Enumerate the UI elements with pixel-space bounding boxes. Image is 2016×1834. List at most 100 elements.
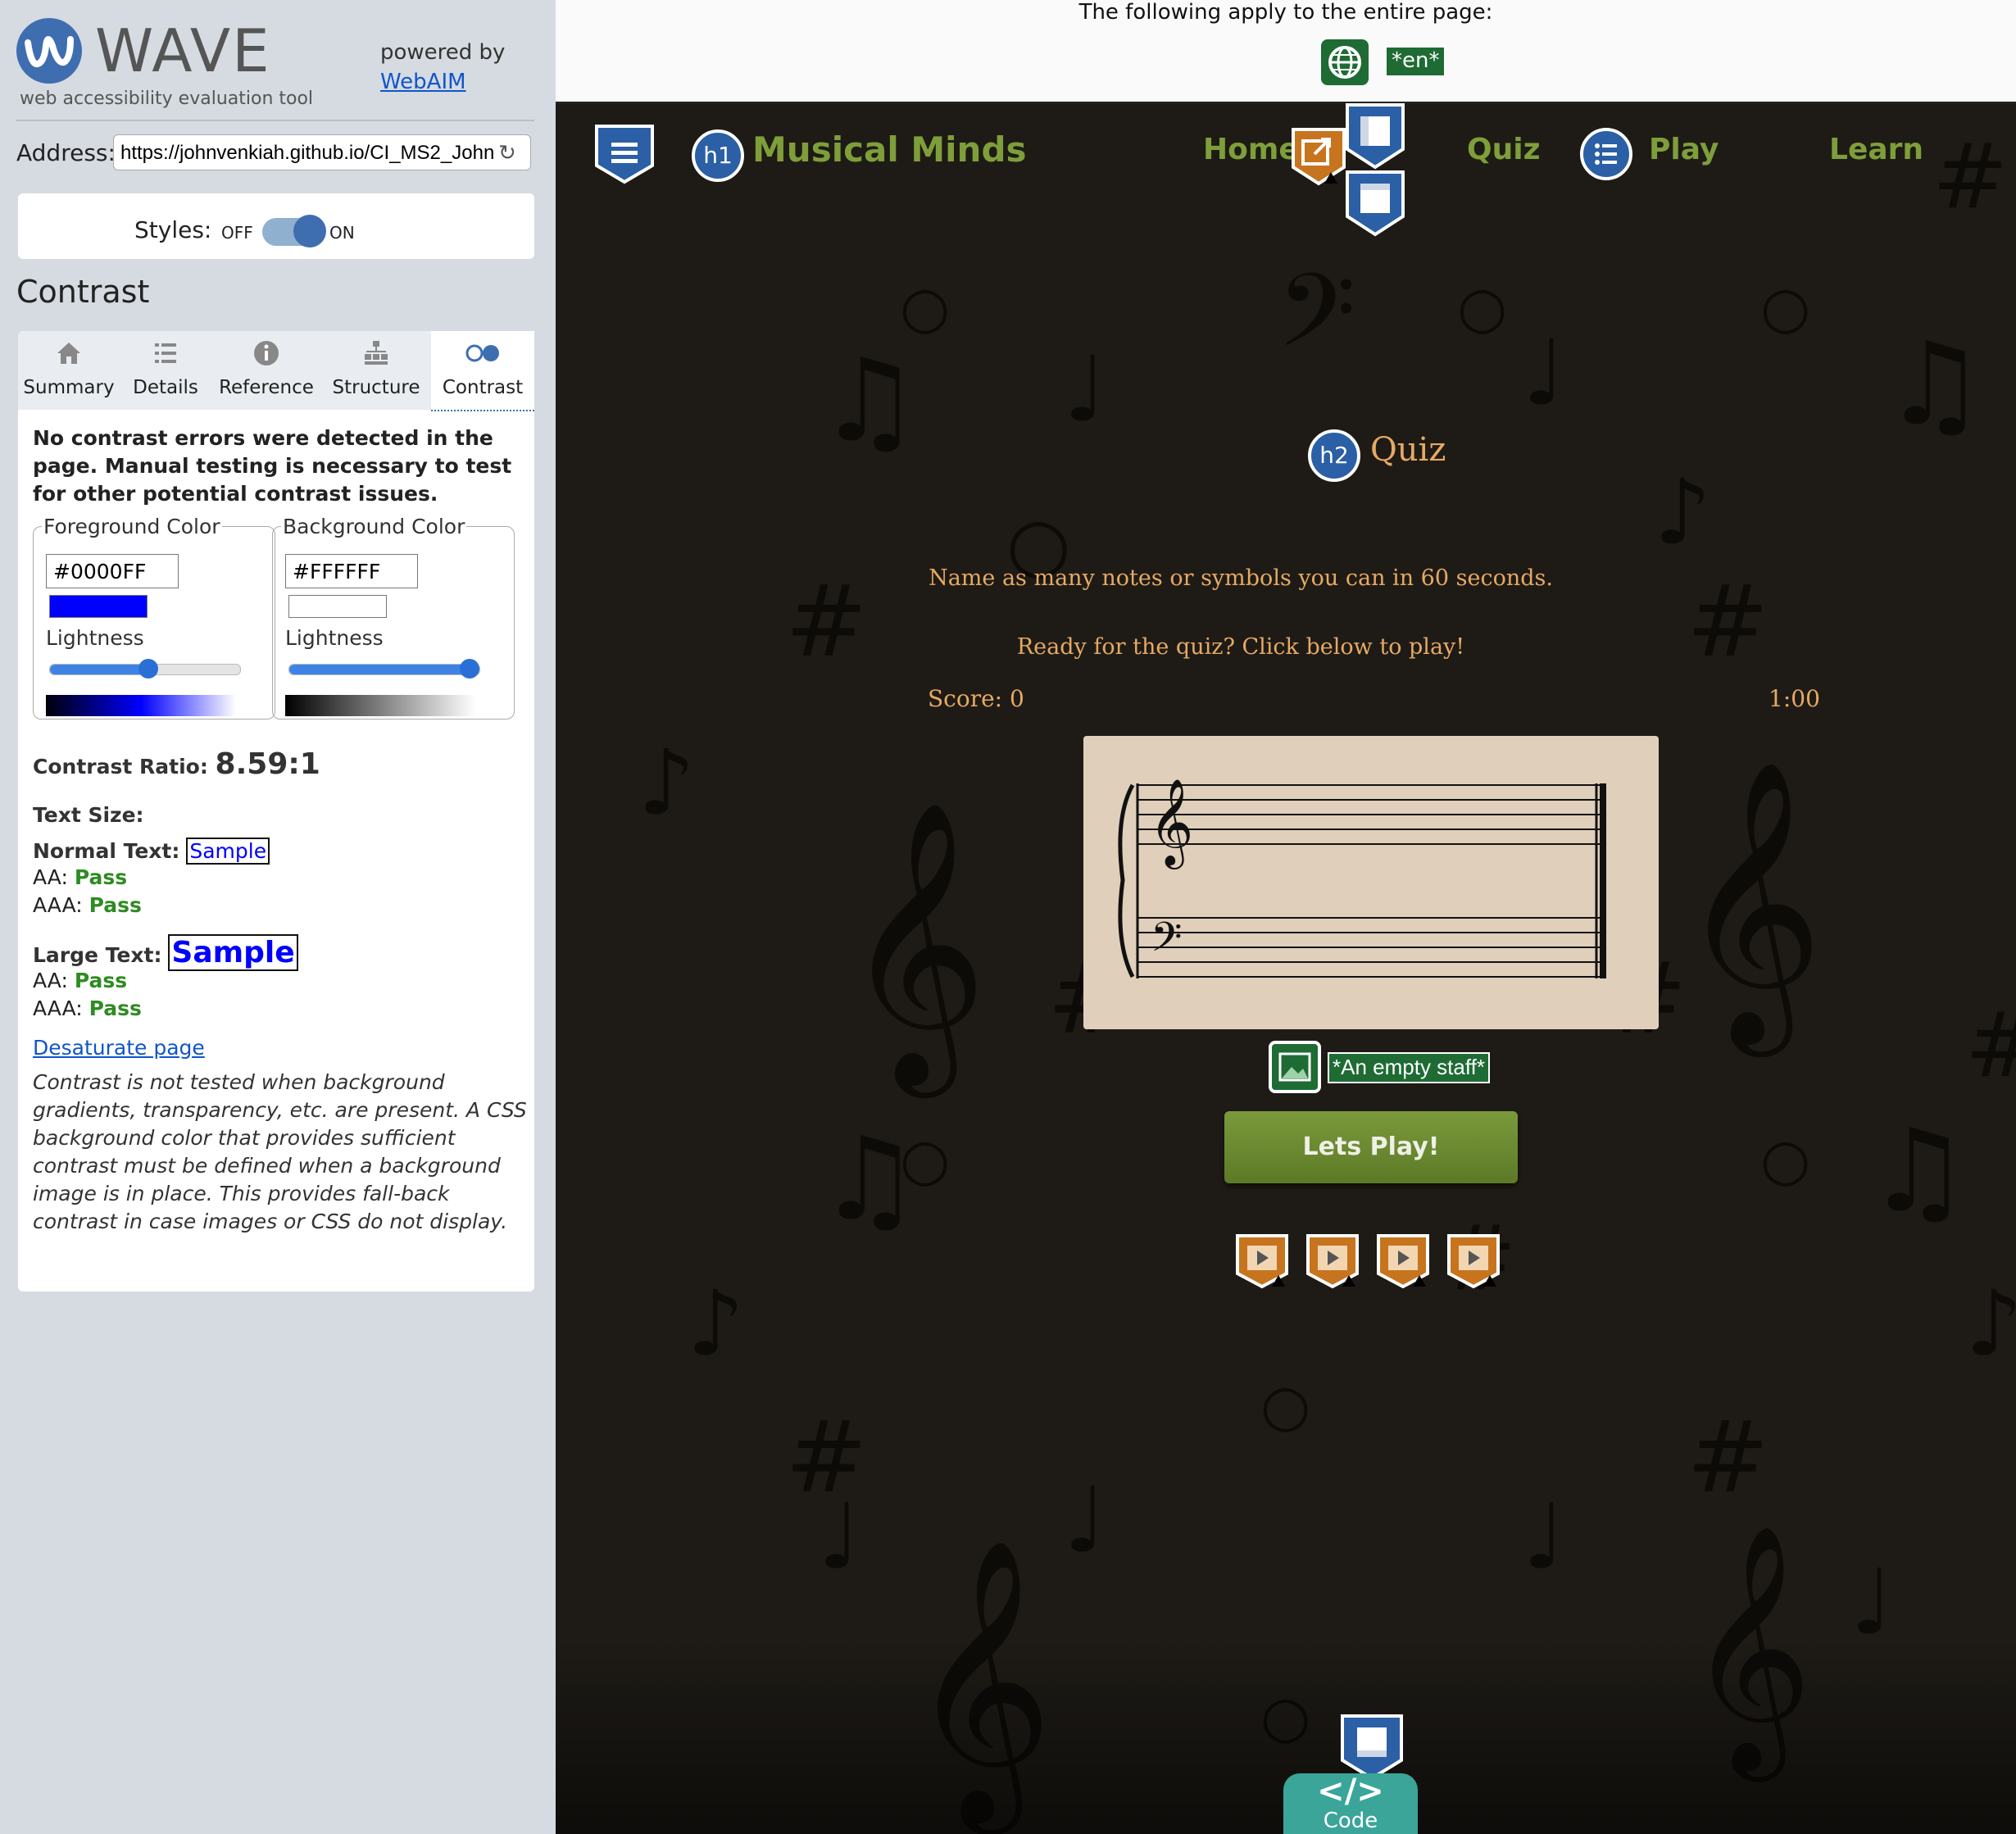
tab-label: Reference: [219, 377, 314, 398]
h1-badge-icon[interactable]: h1: [692, 129, 744, 182]
image-alt-text: *An empty staff*: [1328, 1052, 1490, 1083]
whole-note-decoration: ○: [1760, 1126, 1811, 1193]
main-region-icon[interactable]: [1344, 169, 1406, 238]
large-text-label: Large Text:: [33, 943, 162, 967]
normal-aa-row: AA: Pass: [33, 865, 127, 889]
background-lightness-label: Lightness: [285, 626, 384, 650]
note-decoration: ♩: [1064, 337, 1106, 442]
h2-badge-icon[interactable]: h2: [1308, 429, 1360, 482]
whole-note-decoration: ○: [900, 1126, 951, 1193]
structure-icon: [365, 341, 388, 365]
new-window-link-alert-icon[interactable]: [1290, 126, 1347, 187]
tab-label: Summary: [23, 377, 115, 398]
tab-details[interactable]: Details: [120, 331, 211, 410]
nav-quiz[interactable]: Quiz: [1467, 133, 1541, 166]
code-toggle-button[interactable]: </> Code: [1283, 1773, 1418, 1834]
treble-clef-decoration: 𝄞: [842, 799, 988, 1085]
slider-knob[interactable]: [460, 659, 479, 679]
background-swatch: [288, 595, 387, 618]
language-globe-icon[interactable]: [1321, 39, 1369, 85]
note-decoration: ♪: [1965, 1271, 2016, 1376]
powered-by: powered by WebAIM: [380, 38, 505, 97]
address-input[interactable]: https://johnvenkiah.github.io/CI_MS2_Joh…: [113, 134, 531, 170]
video-audio-alert-icon[interactable]: [1305, 1233, 1360, 1290]
footer-region-icon[interactable]: [1339, 1713, 1405, 1782]
contrast-panel: Summary Details Reference Structure Cont…: [18, 331, 534, 1292]
normal-text-row: Normal Text: Sample: [33, 838, 270, 865]
slider-fill: [289, 665, 470, 674]
aa-label: AA:: [33, 865, 68, 889]
sharp-decoration: #: [1965, 1000, 2016, 1090]
contrast-icon: [465, 344, 499, 362]
video-audio-alert-icon[interactable]: [1446, 1233, 1501, 1290]
large-text-row: Large Text: Sample: [33, 934, 298, 971]
tab-structure[interactable]: Structure: [321, 331, 431, 410]
aaa-label: AAA:: [33, 996, 83, 1020]
styles-toggle-knob[interactable]: [293, 215, 326, 247]
foreground-lightness-slider[interactable]: [49, 659, 241, 679]
foreground-swatch: [49, 595, 148, 618]
normal-aaa-row: AAA: Pass: [33, 893, 142, 917]
tab-reference[interactable]: Reference: [211, 331, 321, 410]
styles-label: Styles:: [134, 216, 212, 243]
nav-play[interactable]: Play: [1649, 133, 1719, 166]
nav-learn[interactable]: Learn: [1829, 133, 1923, 166]
desaturate-page-link[interactable]: Desaturate page: [33, 1036, 205, 1060]
foreground-hex-input[interactable]: [46, 554, 179, 588]
svg-text:𝄢: 𝄢: [1151, 914, 1183, 971]
wave-logo-icon: [16, 18, 82, 84]
nav-home[interactable]: Home: [1203, 133, 1299, 166]
tab-summary[interactable]: Summary: [18, 331, 120, 410]
foreground-gradient: [46, 695, 236, 716]
styles-toggle-card: Styles: OFF ON: [18, 193, 534, 259]
large-aaa-row: AAA: Pass: [33, 996, 142, 1020]
bass-clef-decoration: 𝄢: [1277, 252, 1356, 395]
note-decoration: ♫: [818, 334, 921, 468]
svg-text:𝄞: 𝄞: [1149, 778, 1193, 869]
page-viewport: 𝄞 𝄞 𝄞 𝄞 𝄢 ♫ ♫ ♩ ♩ ♫ ♫ ♩ ♩ ♩ ♩ # # # # # …: [556, 0, 2016, 1834]
background-lightness-slider[interactable]: [288, 659, 480, 679]
code-label: Code: [1323, 1809, 1378, 1833]
note-decoration: ♩: [1523, 1484, 1565, 1589]
foreground-legend: Foreground Color: [43, 515, 220, 538]
contrast-ratio: Contrast Ratio: 8.59:1: [33, 747, 320, 781]
language-tag: *en*: [1385, 46, 1446, 77]
pass-result: Pass: [74, 969, 128, 992]
timer-display: 1:00: [1769, 685, 1820, 712]
nav-list-icon[interactable]: [1580, 128, 1632, 180]
site-title[interactable]: Musical Minds: [752, 129, 1027, 170]
note-decoration: ♩: [1064, 1468, 1106, 1573]
reload-icon[interactable]: ↻: [498, 141, 516, 166]
navigation-region-icon[interactable]: [1344, 102, 1406, 170]
background-gradient: [285, 695, 475, 716]
wave-sidebar: WAVE web accessibility evaluation tool p…: [0, 0, 556, 1834]
powered-by-label: powered by: [380, 40, 506, 65]
background-hex-input[interactable]: [285, 554, 418, 588]
quiz-heading: Quiz: [1370, 431, 1446, 469]
contrast-ratio-label: Contrast Ratio:: [33, 755, 208, 779]
video-audio-alert-icon[interactable]: [1234, 1233, 1290, 1290]
slider-knob[interactable]: [138, 659, 158, 679]
background-legend: Background Color: [283, 515, 465, 538]
slider-fill: [50, 665, 148, 674]
tab-label: Structure: [332, 377, 420, 398]
pass-result: Pass: [89, 996, 142, 1020]
lets-play-button[interactable]: Lets Play!: [1224, 1111, 1518, 1183]
video-audio-alert-icon[interactable]: [1375, 1233, 1431, 1290]
whole-note-decoration: ○: [1457, 274, 1508, 341]
whole-note-decoration: ○: [900, 274, 951, 341]
contrast-ratio-value: 8.59:1: [215, 747, 320, 781]
note-decoration: ♩: [1850, 1550, 1893, 1655]
wave-logo-text: WAVE: [95, 16, 271, 85]
tab-contrast[interactable]: Contrast: [431, 331, 534, 411]
panel-heading: Contrast: [16, 274, 150, 310]
page-level-notice-bar: The following apply to the entire page: …: [556, 0, 2016, 104]
quiz-instruction: Name as many notes or symbols you can in…: [929, 565, 1553, 591]
styles-on-label: ON: [329, 223, 355, 243]
image-alt-icon[interactable]: [1269, 1041, 1321, 1093]
wave-logo-subtitle: web accessibility evaluation tool: [20, 89, 314, 109]
header-region-icon[interactable]: [593, 123, 656, 185]
webaim-link[interactable]: WebAIM: [380, 67, 505, 97]
info-icon: [254, 341, 279, 365]
note-decoration: ♩: [1523, 320, 1565, 425]
